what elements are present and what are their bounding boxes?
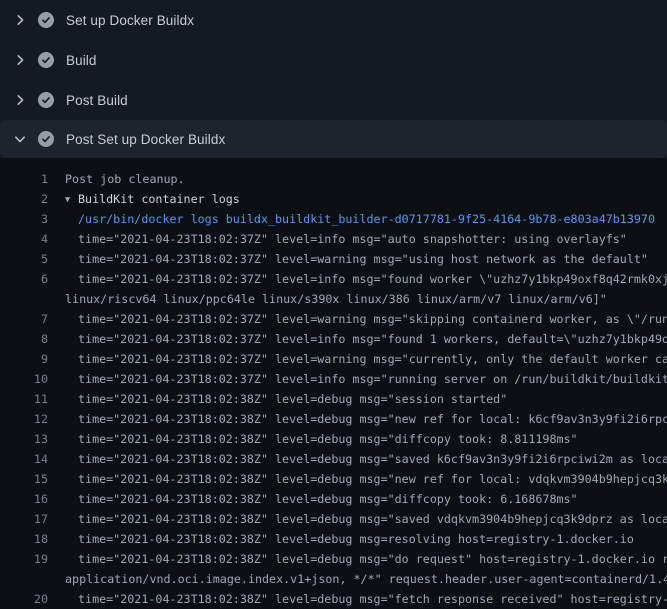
line-number[interactable]: 13: [0, 429, 48, 449]
chevron-down-icon[interactable]: [12, 131, 28, 147]
log-group-toggle-icon[interactable]: ▼: [65, 190, 78, 209]
log-area: 1 Post job cleanup. 2 ▼BuildKit container l…: [0, 158, 667, 609]
log-line: 14 time="2021-04-23T18:02:38Z" level=debu…: [0, 449, 667, 469]
line-number[interactable]: 4: [0, 229, 48, 249]
line-number[interactable]: 10: [0, 369, 48, 389]
log-line: 1 Post job cleanup.: [0, 169, 667, 189]
log-text-wrap: linux/riscv64 linux/ppc64le linux/s390x …: [65, 289, 607, 309]
step-row-set-up-docker-buildx[interactable]: Set up Docker Buildx: [0, 0, 667, 40]
line-number[interactable]: 9: [0, 349, 48, 369]
log-line: 8 time="2021-04-23T18:02:37Z" level=info …: [0, 329, 667, 349]
log-text-log: time="2021-04-23T18:02:38Z" level=debug …: [78, 389, 507, 409]
line-number[interactable]: 6: [0, 269, 48, 289]
check-circle-icon: [38, 92, 54, 108]
steps-list: Set up Docker Buildx Build Post Build Post …: [0, 0, 667, 158]
log-text-log: time="2021-04-23T18:02:38Z" level=debug …: [78, 409, 667, 429]
log-line: 7 time="2021-04-23T18:02:37Z" level=warni…: [0, 309, 667, 329]
line-number[interactable]: 15: [0, 469, 48, 489]
chevron-right-icon[interactable]: [12, 92, 28, 108]
log-text-log: time="2021-04-23T18:02:37Z" level=info m…: [78, 329, 667, 349]
log-text-log: time="2021-04-23T18:02:37Z" level=info m…: [78, 369, 667, 389]
log-line: application/vnd.oci.image.index.v1+json,…: [0, 569, 667, 589]
line-number[interactable]: 3: [0, 209, 48, 229]
line-number[interactable]: 2: [0, 189, 48, 209]
log-text-log: time="2021-04-23T18:02:38Z" level=debug …: [78, 549, 667, 569]
line-number[interactable]: 18: [0, 529, 48, 549]
log-line: 9 time="2021-04-23T18:02:37Z" level=warni…: [0, 349, 667, 369]
log-line: 20 time="2021-04-23T18:02:38Z" level=debu…: [0, 589, 667, 609]
line-number[interactable]: 12: [0, 409, 48, 429]
log-line: 11 time="2021-04-23T18:02:38Z" level=debu…: [0, 389, 667, 409]
log-text-log: time="2021-04-23T18:02:37Z" level=warnin…: [78, 249, 648, 269]
line-number: [0, 569, 48, 589]
log-line: 19 time="2021-04-23T18:02:38Z" level=debu…: [0, 549, 667, 569]
line-number[interactable]: 7: [0, 309, 48, 329]
log-line: 5 time="2021-04-23T18:02:37Z" level=warni…: [0, 249, 667, 269]
check-circle-icon: [38, 52, 54, 68]
log-line: 6 time="2021-04-23T18:02:37Z" level=info …: [0, 269, 667, 289]
chevron-right-icon[interactable]: [12, 52, 28, 68]
log-line: 3/usr/bin/docker logs buildx_buildkit_bu…: [0, 209, 667, 229]
step-row-build[interactable]: Build: [0, 40, 667, 80]
log-text-log: time="2021-04-23T18:02:38Z" level=debug …: [78, 449, 667, 469]
log-text-log: time="2021-04-23T18:02:38Z" level=debug …: [78, 529, 634, 549]
log-line: 12 time="2021-04-23T18:02:38Z" level=debu…: [0, 409, 667, 429]
line-number[interactable]: 11: [0, 389, 48, 409]
log-text-log: time="2021-04-23T18:02:38Z" level=debug …: [78, 429, 578, 449]
log-text-group: ▼BuildKit container logs: [65, 189, 240, 209]
log-line: 17 time="2021-04-23T18:02:38Z" level=debu…: [0, 509, 667, 529]
log-text-log: time="2021-04-23T18:02:38Z" level=debug …: [78, 509, 667, 529]
log-line: 10 time="2021-04-23T18:02:37Z" level=info…: [0, 369, 667, 389]
step-row-post-build[interactable]: Post Build: [0, 80, 667, 120]
line-number[interactable]: 19: [0, 549, 48, 569]
chevron-right-icon[interactable]: [12, 12, 28, 28]
log-line: linux/riscv64 linux/ppc64le linux/s390x …: [0, 289, 667, 309]
log-text-log: time="2021-04-23T18:02:37Z" level=info m…: [78, 229, 627, 249]
check-circle-icon: [38, 12, 54, 28]
log-line: 15 time="2021-04-23T18:02:38Z" level=debu…: [0, 469, 667, 489]
line-number: [0, 289, 48, 309]
log-text-log: time="2021-04-23T18:02:38Z" level=debug …: [78, 469, 667, 489]
log-text-log: time="2021-04-23T18:02:38Z" level=debug …: [78, 589, 667, 609]
log-text-command: /usr/bin/docker logs buildx_buildkit_bui…: [78, 209, 655, 229]
log-line: 18 time="2021-04-23T18:02:38Z" level=debu…: [0, 529, 667, 549]
step-label: Build: [66, 53, 97, 68]
line-number[interactable]: 1: [0, 169, 48, 189]
log-group-title[interactable]: BuildKit container logs: [78, 192, 240, 206]
log-text-log: time="2021-04-23T18:02:37Z" level=warnin…: [78, 349, 667, 369]
line-number[interactable]: 14: [0, 449, 48, 469]
step-label: Set up Docker Buildx: [66, 13, 194, 28]
line-number[interactable]: 8: [0, 329, 48, 349]
check-circle-icon: [38, 131, 54, 147]
line-number[interactable]: 5: [0, 249, 48, 269]
line-number[interactable]: 17: [0, 509, 48, 529]
log-line: 13 time="2021-04-23T18:02:38Z" level=debu…: [0, 429, 667, 449]
log-text-log: time="2021-04-23T18:02:37Z" level=info m…: [78, 269, 667, 289]
log-text-wrap: application/vnd.oci.image.index.v1+json,…: [65, 569, 667, 589]
log-text-log: time="2021-04-23T18:02:37Z" level=warnin…: [78, 309, 667, 329]
log-line: 2 ▼BuildKit container logs: [0, 189, 667, 209]
log-text-log: time="2021-04-23T18:02:38Z" level=debug …: [78, 489, 578, 509]
line-number[interactable]: 20: [0, 589, 48, 609]
line-number[interactable]: 16: [0, 489, 48, 509]
log-line: 4 time="2021-04-23T18:02:37Z" level=info …: [0, 229, 667, 249]
log-text-plain: Post job cleanup.: [65, 169, 185, 189]
step-row-post-set-up-docker-buildx[interactable]: Post Set up Docker Buildx: [0, 120, 667, 158]
step-label: Post Set up Docker Buildx: [66, 132, 225, 147]
step-label: Post Build: [66, 93, 128, 108]
log-line: 16 time="2021-04-23T18:02:38Z" level=debu…: [0, 489, 667, 509]
